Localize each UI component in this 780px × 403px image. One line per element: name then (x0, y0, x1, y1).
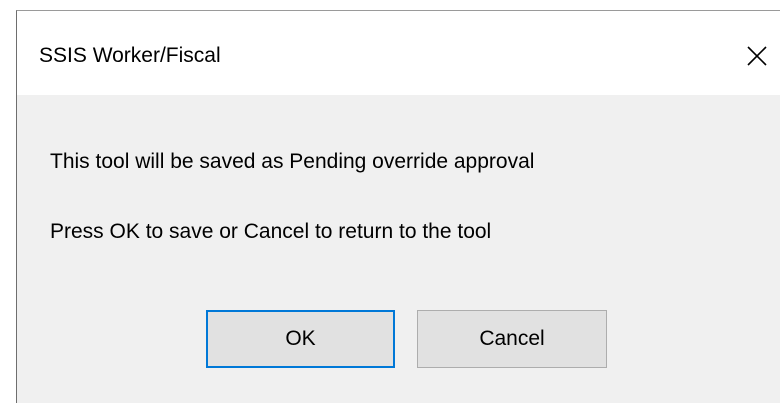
message-dialog: SSIS Worker/Fiscal This tool will be sav… (16, 10, 780, 403)
window-title: SSIS Worker/Fiscal (39, 44, 221, 67)
ok-button[interactable]: OK (206, 310, 395, 368)
close-button[interactable] (734, 31, 780, 81)
cancel-button[interactable]: Cancel (417, 310, 607, 368)
message-line-1: This tool will be saved as Pending overr… (50, 150, 535, 173)
dialog-body: This tool will be saved as Pending overr… (17, 95, 780, 403)
message-line-2: Press OK to save or Cancel to return to … (50, 220, 492, 243)
title-bar[interactable]: SSIS Worker/Fiscal (17, 11, 780, 95)
close-icon (747, 46, 767, 66)
